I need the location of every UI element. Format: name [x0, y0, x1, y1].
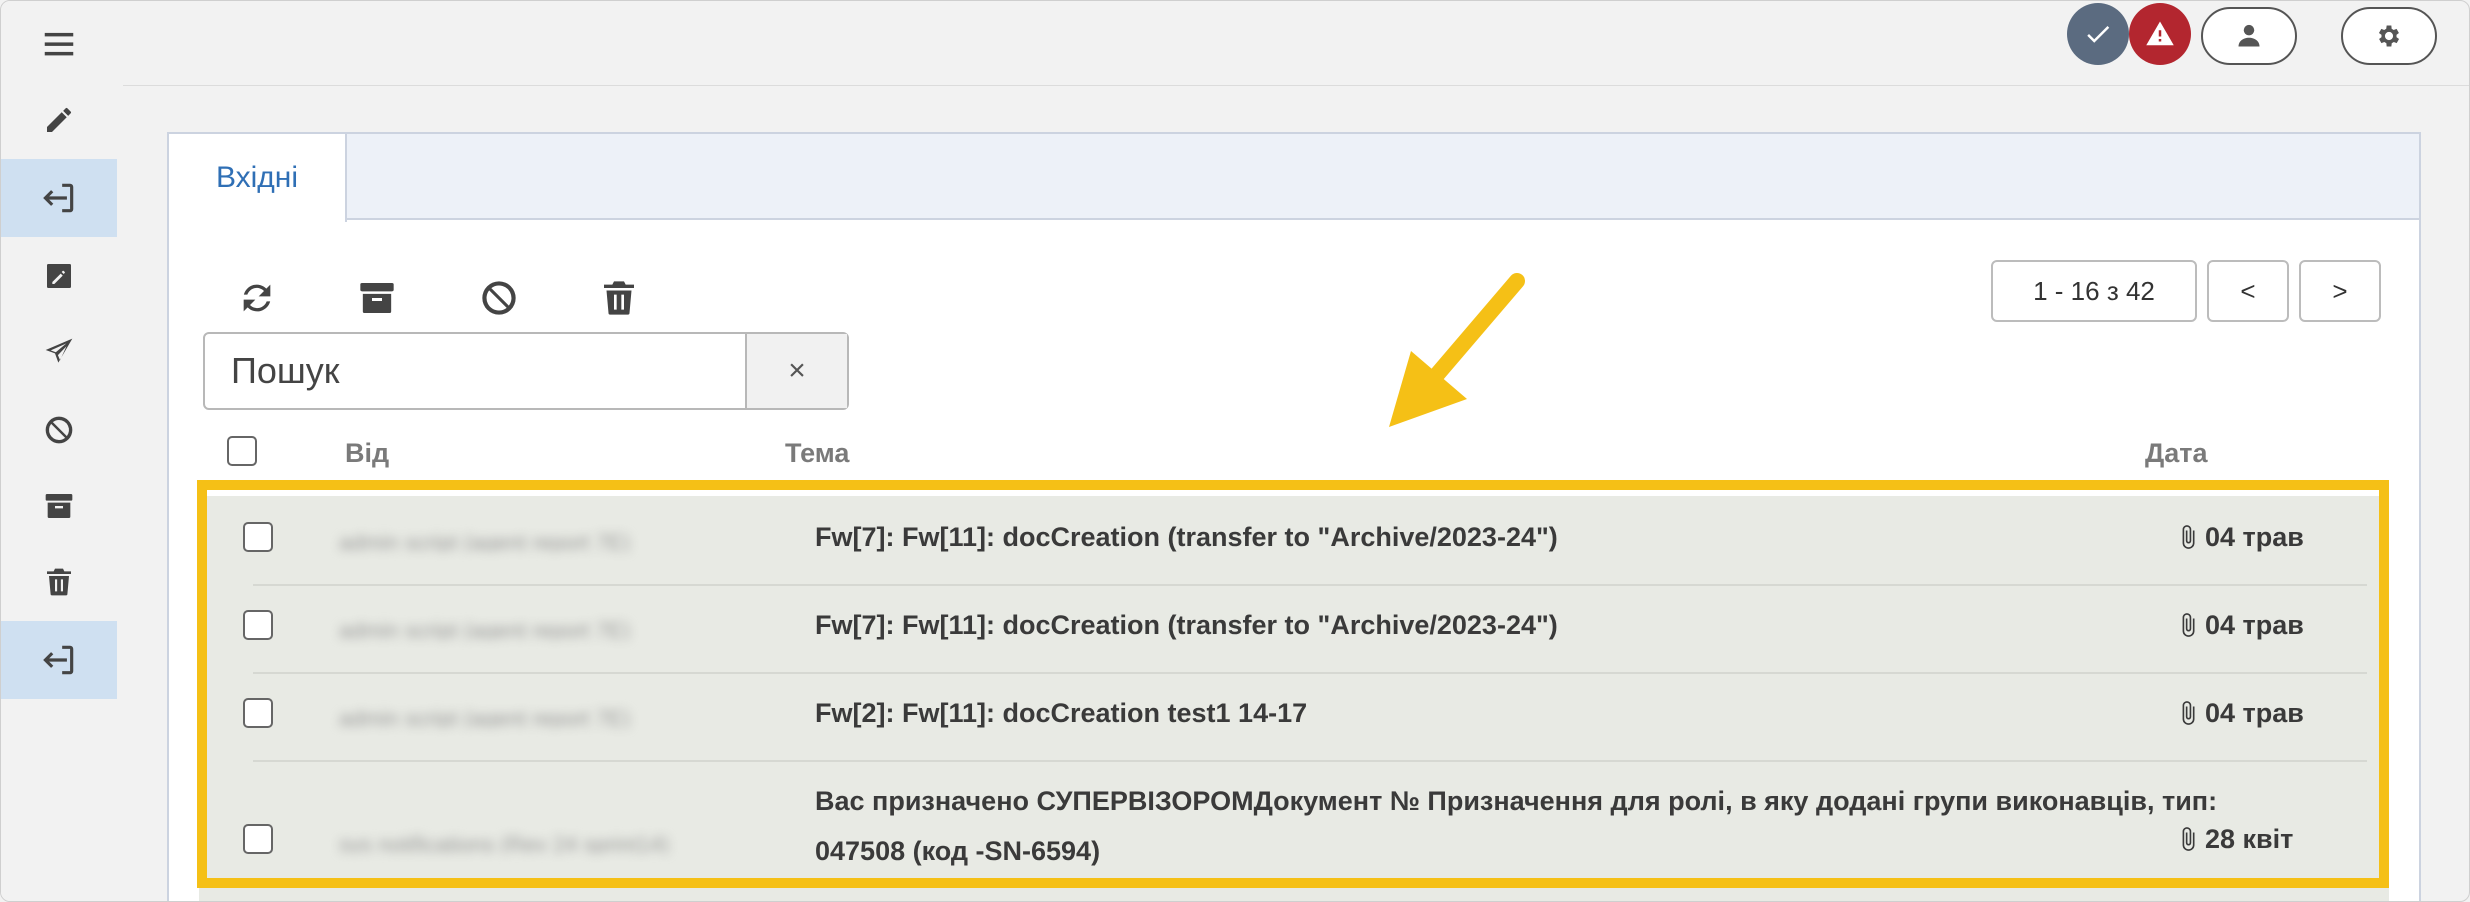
user-icon [2238, 24, 2260, 47]
column-from[interactable]: Від [345, 438, 389, 469]
app-window: Вхідні × 1 - 16 з 42 < > Від Тема Дата [0, 0, 2470, 902]
paperclip-icon [2182, 701, 2195, 725]
row-date: 28 квіт [2175, 814, 2293, 864]
search-clear-button[interactable]: × [745, 334, 847, 408]
row-subject-line-2: 047508 (код -SN-6594) [815, 836, 1101, 866]
row-date-text: 28 квіт [2205, 823, 2294, 854]
archive-icon [360, 283, 394, 313]
paperclip-icon [2182, 613, 2195, 637]
mail-panel: Вхідні × 1 - 16 з 42 < > Від Тема Дата [167, 132, 2421, 901]
paperclip-icon [2182, 525, 2195, 549]
row-checkbox[interactable] [243, 698, 273, 728]
sidebar-item-inbox-2[interactable] [1, 621, 117, 699]
ban-icon [45, 416, 73, 444]
trash-icon [47, 568, 71, 596]
row-date-text: 04 трав [2205, 609, 2304, 640]
edit-square-icon [47, 264, 71, 288]
warning-icon [2146, 21, 2174, 46]
check-icon [2087, 26, 2110, 43]
row-checkbox[interactable] [243, 522, 273, 552]
pencil-icon [47, 107, 71, 132]
column-date[interactable]: Дата [2145, 438, 2208, 469]
menu-icon [44, 32, 74, 56]
row-date-text: 04 трав [2205, 697, 2304, 728]
row-date: 04 трав [2175, 600, 2304, 650]
pager-prev-button[interactable]: < [2207, 260, 2289, 322]
row-subject: Fw[7]: Fw[11]: docCreation (transfer to … [815, 610, 1558, 640]
sidebar-item-drafts[interactable] [1, 237, 117, 315]
row-date: 04 трав [2175, 688, 2304, 738]
row-date-text: 04 трав [2205, 521, 2304, 552]
row-checkbox[interactable] [243, 824, 273, 854]
row-from: admin script (agent report 7E) [339, 706, 631, 728]
row-from: admin script (agent report 7E) [339, 618, 631, 640]
search-box: × [203, 332, 849, 410]
sidebar-item-sent[interactable] [1, 313, 117, 391]
row-divider [253, 672, 2367, 674]
status-ok-badge[interactable] [2067, 3, 2129, 65]
sidebar-item-inbox[interactable] [1, 159, 117, 237]
row-subject: Fw[2]: Fw[11]: docCreation test1 14-17 [815, 698, 1308, 728]
pager-next-button[interactable]: > [2299, 260, 2381, 322]
pager-range: 1 - 16 з 42 [1991, 260, 2197, 322]
row-from: sys notifications (Rev 24 sprint14) [339, 832, 670, 854]
refresh-icon [243, 284, 271, 312]
archive-icon [45, 494, 73, 518]
row-divider [253, 584, 2367, 586]
trash-icon [604, 281, 634, 315]
row-checkbox[interactable] [243, 610, 273, 640]
select-all-checkbox[interactable] [227, 436, 257, 466]
delete-button[interactable] [589, 268, 649, 328]
sidebar-item-trash[interactable] [1, 543, 117, 621]
message-list: admin script (agent report 7E) Fw[7]: Fw… [199, 496, 2389, 901]
tabs-bar: Вхідні [169, 134, 2419, 222]
archive-button[interactable] [347, 268, 407, 328]
sidebar-item-spam[interactable] [1, 391, 117, 469]
compose-button[interactable] [1, 81, 117, 159]
refresh-button[interactable] [227, 268, 287, 328]
row-subject: Fw[7]: Fw[11]: docCreation (transfer to … [815, 522, 1558, 552]
menu-button[interactable] [1, 5, 117, 83]
spam-button[interactable] [469, 268, 529, 328]
ban-icon [482, 281, 516, 315]
row-from: admin script (agent report 7E) [339, 530, 631, 552]
row-subject: Вас призначено СУПЕРВІЗОРОМДокумент № Пр… [815, 786, 2218, 816]
paper-plane-icon [45, 338, 73, 363]
user-button[interactable] [2201, 7, 2297, 65]
settings-button[interactable] [2341, 7, 2437, 65]
search-input[interactable] [205, 334, 745, 408]
row-divider [253, 760, 2367, 762]
sign-in-icon [43, 183, 74, 213]
sign-in-icon [43, 645, 74, 675]
row-date: 04 трав [2175, 512, 2304, 562]
sidebar [1, 1, 117, 901]
paperclip-icon [2182, 827, 2195, 851]
tab-inbox[interactable]: Вхідні [169, 134, 347, 222]
header-divider [123, 85, 2469, 86]
gear-icon [2378, 25, 2400, 47]
sidebar-item-archive[interactable] [1, 467, 117, 545]
status-alert-badge[interactable] [2129, 3, 2191, 65]
column-subject[interactable]: Тема [785, 438, 849, 469]
